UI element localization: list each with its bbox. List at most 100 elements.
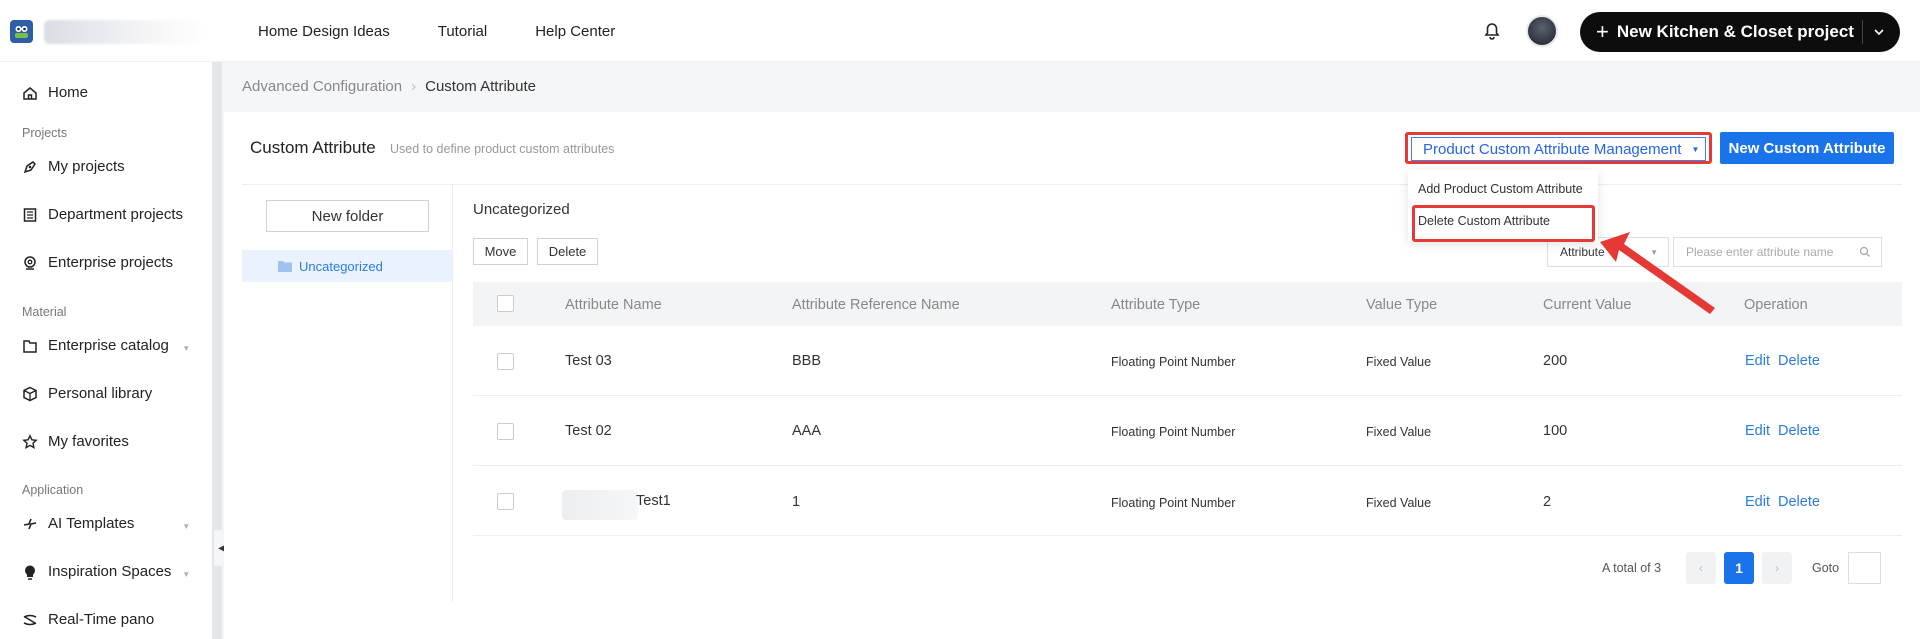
sidebar-item-label: Personal library (48, 385, 153, 402)
nav-tutorial[interactable]: Tutorial (438, 23, 487, 40)
goto-input[interactable] (1848, 552, 1881, 584)
nav-home-design-ideas[interactable]: Home Design Ideas (258, 23, 390, 40)
caret-down-icon[interactable]: ▾ (184, 569, 189, 580)
select-all-checkbox[interactable] (497, 295, 514, 312)
pano-icon (23, 614, 37, 625)
value-type: Fixed Value (1366, 425, 1432, 439)
highlight-box (1412, 205, 1595, 242)
sidebar-item-my-projects[interactable]: My projects (22, 158, 125, 175)
column-header: Attribute Name (565, 297, 662, 313)
delete-link[interactable]: Delete (1778, 423, 1820, 439)
attribute-type: Floating Point Number (1111, 355, 1236, 369)
prev-page-button[interactable]: ‹ (1686, 552, 1716, 584)
sidebar-item-label: Enterprise catalog (48, 337, 169, 354)
row-checkbox[interactable] (497, 353, 514, 370)
current-value: 200 (1543, 353, 1568, 369)
avatar[interactable] (1526, 15, 1558, 47)
sidebar-section-material: Material (22, 305, 67, 319)
breadcrumb-current: Custom Attribute (425, 78, 536, 95)
divider (1862, 20, 1863, 44)
new-folder-button[interactable]: New folder (266, 200, 429, 232)
edit-link[interactable]: Edit (1745, 494, 1770, 510)
sidebar-section-projects: Projects (22, 126, 68, 140)
new-project-button[interactable]: + New Kitchen & Closet project (1580, 12, 1900, 52)
delete-button[interactable]: Delete (537, 238, 598, 265)
breadcrumb-parent[interactable]: Advanced Configuration (242, 78, 402, 95)
column-header: Attribute Reference Name (792, 297, 960, 313)
current-value: 2 (1543, 494, 1552, 510)
row-checkbox[interactable] (497, 423, 514, 440)
bolt-icon (23, 518, 37, 529)
delete-link[interactable]: Delete (1778, 494, 1820, 510)
edit-link[interactable]: Edit (1745, 353, 1770, 369)
chevron-down-icon[interactable] (1872, 24, 1886, 44)
new-custom-attribute-button[interactable]: New Custom Attribute (1720, 132, 1894, 164)
attribute-name: Test1 (636, 493, 671, 509)
sidebar-item-label: My favorites (48, 433, 129, 450)
brand-name-blurred (44, 20, 204, 44)
bulb-icon (25, 565, 35, 580)
box-icon (23, 386, 37, 401)
sidebar-section-application: Application (22, 483, 84, 497)
column-header: Value Type (1366, 297, 1438, 313)
sidebar-item-ai-templates[interactable]: AI Templates (22, 515, 134, 532)
breadcrumb: Advanced Configuration › Custom Attribute (242, 78, 536, 95)
folder-item-uncategorized[interactable]: Uncategorized (242, 250, 452, 282)
annotation-arrow-icon (1600, 232, 1715, 314)
sidebar-item-my-favorites[interactable]: My favorites (22, 433, 129, 450)
sidebar-item-label: AI Templates (48, 515, 135, 532)
attribute-type: Floating Point Number (1111, 425, 1236, 439)
blurred-prefix (562, 490, 638, 520)
row-checkbox[interactable] (497, 493, 514, 510)
sidebar-item-home[interactable]: Home (22, 84, 88, 101)
folder-label: Uncategorized (299, 258, 383, 274)
product-custom-attribute-management-button[interactable]: Product Custom Attribute Management ▼ (1411, 137, 1706, 161)
sidebar-item-personal-library[interactable]: Personal library (22, 385, 152, 402)
page-title: Custom Attribute (250, 138, 376, 157)
sidebar-item-label: Department projects (48, 206, 184, 223)
caret-down-icon[interactable]: ▾ (184, 521, 189, 532)
folder-icon (278, 261, 292, 272)
current-value: 100 (1543, 423, 1568, 439)
top-nav: Home Design Ideas Tutorial Help Center (258, 0, 615, 62)
attribute-type: Floating Point Number (1111, 496, 1236, 510)
sidebar-item-label: Real-Time pano (48, 611, 155, 628)
enterprise-icon (24, 255, 36, 270)
star-icon (22, 433, 38, 449)
list-title: Uncategorized (473, 201, 570, 218)
caret-down-icon[interactable]: ▾ (184, 343, 189, 354)
app-logo-icon[interactable] (10, 20, 33, 43)
sidebar-item-label: Home (48, 84, 89, 101)
move-button[interactable]: Move (473, 238, 528, 265)
divider (452, 184, 453, 602)
new-project-label: New Kitchen & Closet project (1616, 22, 1854, 41)
bell-icon[interactable] (1484, 22, 1500, 45)
edit-link[interactable]: Edit (1745, 423, 1770, 439)
top-bar: Home Design Ideas Tutorial Help Center +… (0, 0, 1920, 62)
sidebar-item-enterprise-catalog[interactable]: Enterprise catalog (22, 337, 169, 354)
value-type: Fixed Value (1366, 496, 1432, 510)
nav-help-center[interactable]: Help Center (535, 23, 615, 40)
search-icon[interactable] (1859, 246, 1871, 258)
next-page-button[interactable]: › (1762, 552, 1792, 584)
sidebar-item-inspiration-spaces[interactable]: Inspiration Spaces (22, 563, 171, 580)
page-button-1[interactable]: 1 (1724, 552, 1754, 584)
department-icon (23, 207, 37, 222)
filter-value: Attribute (1560, 245, 1605, 259)
page-subtitle: Used to define product custom attributes (390, 142, 615, 156)
sidebar-item-real-time-pano[interactable]: Real-Time pano (22, 611, 154, 628)
attribute-name: Test 03 (565, 353, 612, 369)
sidebar-item-enterprise-projects[interactable]: Enterprise projects (22, 254, 173, 271)
home-icon (23, 86, 37, 100)
menu-item-add-product-custom-attribute[interactable]: Add Product Custom Attribute (1418, 182, 1583, 196)
delete-link[interactable]: Delete (1778, 353, 1820, 369)
sidebar-item-department-projects[interactable]: Department projects (22, 206, 183, 223)
goto-label: Goto (1812, 561, 1840, 575)
sidebar: Home Projects My projects Department pro… (0, 62, 212, 639)
attribute-reference-name: 1 (792, 494, 801, 510)
highlight-box: Product Custom Attribute Management ▼ (1405, 132, 1712, 164)
attribute-name: Test 02 (565, 423, 612, 439)
catalog-icon (23, 339, 37, 353)
column-header: Operation (1744, 297, 1808, 313)
divider (242, 184, 1902, 185)
